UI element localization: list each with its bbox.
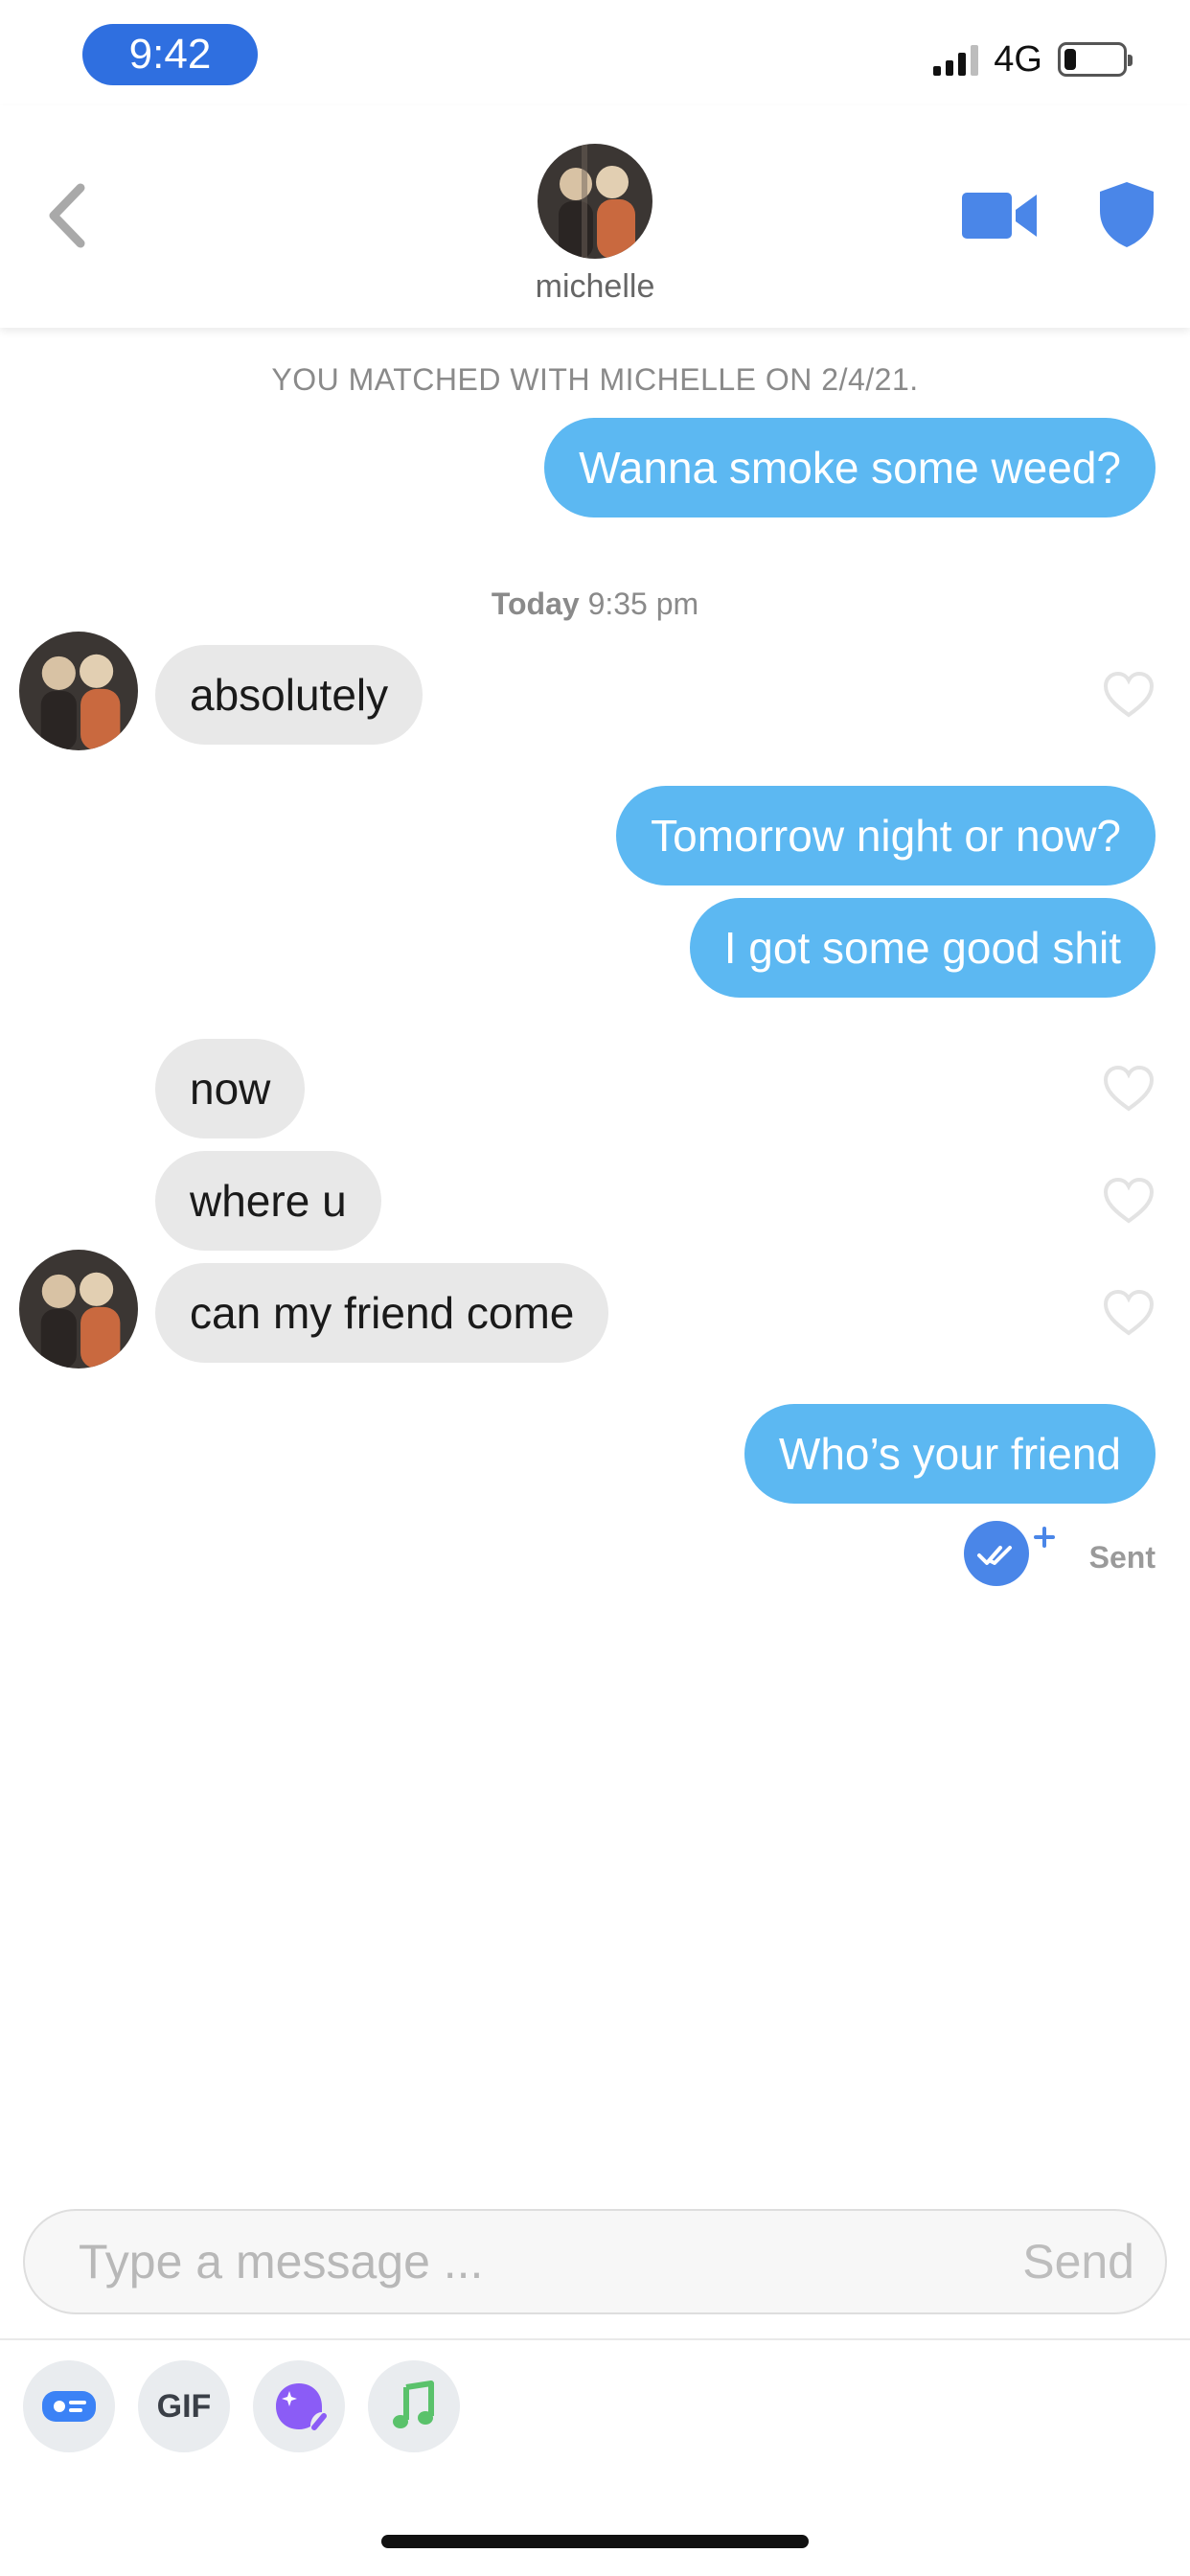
like-heart-icon[interactable] [1102,1065,1156,1113]
video-camera-icon [962,193,1037,239]
sender-avatar[interactable] [19,1250,138,1368]
home-indicator [381,2535,809,2548]
status-indicators: 4G [933,38,1133,80]
message-incoming[interactable]: now [155,1039,306,1138]
sender-avatar[interactable] [19,632,138,750]
match-avatar[interactable] [538,144,652,259]
day-label: Today [491,586,580,621]
contact-card-icon [42,2391,96,2422]
sticker-button[interactable] [253,2360,345,2452]
chat-header: michelle [0,105,1190,328]
music-button[interactable] [368,2360,460,2452]
music-note-icon [393,2380,434,2428]
safety-button[interactable] [1098,180,1156,249]
message-outgoing[interactable]: Who’s your friend [744,1404,1156,1504]
send-button[interactable]: Send [1022,2211,1134,2312]
message-outgoing[interactable]: Wanna smoke some weed? [544,418,1156,518]
match-name: michelle [535,268,655,305]
shield-icon [1100,182,1154,247]
time-label: 9:35 pm [587,586,699,621]
gif-label: GIF [156,2387,212,2425]
video-call-button[interactable] [962,187,1039,244]
read-receipt-button[interactable] [962,1521,1058,1598]
match-notice: YOU MATCHED WITH MICHELLE ON 2/4/21. [271,362,919,397]
message-composer: Send [23,2209,1167,2314]
chat-screen: 9:42 4G michelle YOU MATCHED WITH MICHEL… [0,0,1190,2576]
message-incoming[interactable]: can my friend come [155,1263,609,1363]
contact-card-button[interactable] [23,2360,115,2452]
like-heart-icon[interactable] [1102,671,1156,719]
network-label: 4G [994,38,1042,80]
message-input[interactable] [79,2211,941,2312]
gif-button[interactable]: GIF [138,2360,230,2452]
double-check-icon [964,1521,1055,1586]
avatar-photo [19,632,138,750]
composer-divider [0,2338,1190,2340]
like-heart-icon[interactable] [1102,1289,1156,1337]
signal-icon [933,43,979,76]
message-incoming[interactable]: absolutely [155,645,423,745]
avatar-photo [19,1250,138,1368]
like-heart-icon[interactable] [1102,1177,1156,1225]
message-outgoing[interactable]: Tomorrow night or now? [616,786,1156,886]
back-button[interactable] [38,172,96,259]
message-status: Sent [1088,1540,1156,1575]
avatar-photo [538,144,652,259]
message-incoming[interactable]: where u [155,1151,381,1251]
day-separator: Today 9:35 pm [0,586,1190,622]
status-time: 9:42 [82,24,258,85]
battery-icon [1058,42,1133,77]
chevron-left-icon [49,183,85,248]
sparkle-sticker-icon [276,2383,327,2430]
message-outgoing[interactable]: I got some good shit [689,898,1156,998]
